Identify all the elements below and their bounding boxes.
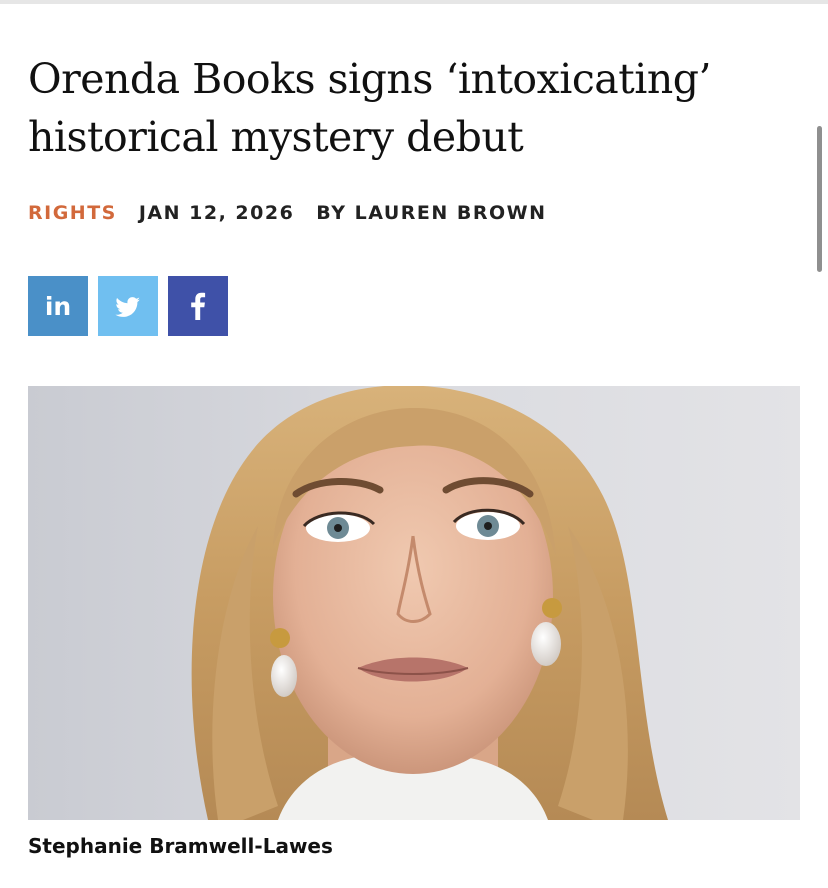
linkedin-share-button[interactable]: in [28, 276, 88, 336]
author-photo [28, 386, 800, 820]
facebook-icon [191, 292, 206, 320]
share-buttons: in [28, 276, 228, 336]
linkedin-icon: in [45, 292, 71, 321]
facebook-share-button[interactable] [168, 276, 228, 336]
article-meta: RIGHTS JAN 12, 2026 BY LAUREN BROWN [28, 200, 547, 226]
photo-caption: Stephanie Bramwell-Lawes [28, 834, 333, 858]
scrollbar[interactable] [817, 126, 822, 272]
category-link[interactable]: RIGHTS [28, 202, 117, 224]
publish-date: JAN 12, 2026 [138, 202, 295, 224]
svg-text:in: in [45, 292, 71, 321]
twitter-icon [115, 297, 140, 317]
twitter-share-button[interactable] [98, 276, 158, 336]
article-title: Orenda Books signs ‘intoxicating’ histor… [28, 55, 712, 161]
top-divider [0, 0, 828, 4]
author-byline[interactable]: BY LAUREN BROWN [316, 202, 546, 224]
